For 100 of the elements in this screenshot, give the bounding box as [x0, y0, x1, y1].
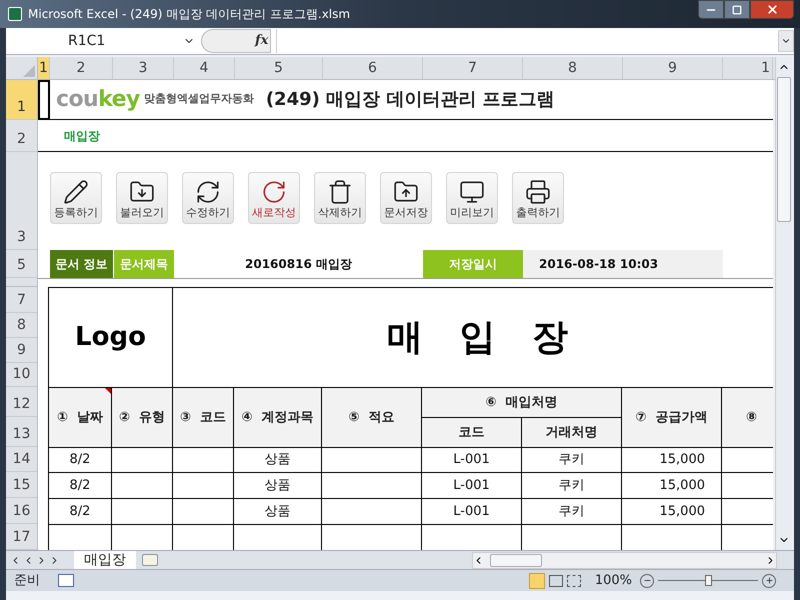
folder-upload-icon: [393, 178, 419, 204]
column-heading: ③ 코드: [173, 388, 234, 448]
row-header[interactable]: 14: [6, 447, 37, 472]
vertical-scrollbar[interactable]: [775, 57, 792, 550]
column-heading: ② 유형: [112, 388, 173, 448]
toolbar-button[interactable]: 삭제하기: [314, 172, 366, 224]
zoom-level[interactable]: 100%: [594, 570, 632, 590]
column-header[interactable]: 7: [423, 57, 523, 79]
table-cell: 15,000: [622, 448, 722, 473]
sheet-subtitle: 매입장: [64, 128, 100, 144]
toolbar-button[interactable]: 불러오기: [116, 172, 168, 224]
row-header[interactable]: 2: [6, 120, 37, 152]
column-heading: 거래처명: [522, 418, 622, 448]
table-cell: [112, 448, 173, 473]
column-group-heading: ⑥ 매입처명: [422, 388, 622, 418]
table-cell: 15,000: [622, 473, 722, 499]
info-label: 저장일시: [423, 250, 523, 278]
horizontal-scrollbar[interactable]: [472, 552, 777, 568]
maximize-icon: [732, 4, 742, 14]
toolbar-button[interactable]: 미리보기: [446, 172, 498, 224]
column-heading: ⑧: [722, 388, 773, 448]
column-heading: ① 날짜: [49, 388, 112, 448]
scroll-thumb[interactable]: [777, 77, 791, 222]
document-title-value: 20160816 매입장: [244, 256, 353, 273]
zoom-in-icon[interactable]: [762, 574, 776, 588]
pencil-icon: [63, 178, 89, 204]
info-label: 문서 정보: [50, 250, 113, 278]
column-header[interactable]: 4: [174, 57, 235, 79]
row-header[interactable]: 16: [6, 498, 37, 524]
row-header[interactable]: 13: [6, 417, 37, 447]
new-sheet-icon[interactable]: [142, 554, 158, 566]
row-header[interactable]: 1: [6, 80, 37, 120]
row-header[interactable]: 17: [6, 524, 37, 550]
table-cell: 15,000: [622, 499, 722, 525]
column-header[interactable]: 9: [623, 57, 723, 79]
brand-tagline: 맞춤형엑셀업무자동화: [144, 91, 254, 108]
toolbar-button[interactable]: 수정하기: [182, 172, 234, 224]
function-button[interactable]: fx: [255, 31, 268, 51]
table-cell: 8/2: [49, 499, 112, 525]
toolbar-button[interactable]: 출력하기: [512, 172, 564, 224]
table-cell: 상품: [234, 499, 322, 525]
row-header[interactable]: 10: [6, 363, 37, 387]
refresh-icon: [195, 178, 221, 204]
sheet-title: (249) 매입장 데이터관리 프로그램: [266, 88, 555, 112]
info-label: 문서제목: [113, 250, 174, 278]
brand-logo: coukey: [56, 86, 140, 114]
page-layout-view-icon[interactable]: [548, 574, 563, 586]
macro-record-icon[interactable]: [58, 574, 74, 587]
zoom-slider[interactable]: [658, 574, 758, 586]
minimize-button[interactable]: [698, 0, 724, 19]
window-title: Microsoft Excel - (249) 매입장 데이터관리 프로그램.xlsm: [28, 6, 350, 23]
table-cell: L-001: [422, 448, 522, 473]
circular-arrow-icon: [261, 178, 287, 204]
name-box[interactable]: R1C1: [6, 29, 181, 53]
row-header[interactable]: 15: [6, 472, 37, 498]
active-cell[interactable]: [38, 80, 50, 120]
saved-date-value: 2016-08-18 10:03: [523, 250, 723, 278]
row-header[interactable]: 3: [6, 152, 37, 250]
maximize-button[interactable]: [724, 0, 750, 19]
toolbar-button[interactable]: 등록하기: [50, 172, 102, 224]
row-header[interactable]: 7: [6, 287, 37, 313]
column-heading: ⑤ 적요: [322, 388, 422, 448]
folder-download-icon: [129, 178, 155, 204]
close-button[interactable]: [750, 0, 794, 19]
trash-icon: [327, 178, 353, 204]
toolbar-button[interactable]: 새로작성: [248, 172, 300, 224]
table-cell: [173, 473, 234, 499]
status-text: 준비: [14, 572, 40, 590]
row-header[interactable]: 12: [6, 387, 37, 417]
column-header[interactable]: 3: [113, 57, 174, 79]
column-header[interactable]: 8: [523, 57, 623, 79]
close-icon: [766, 3, 778, 16]
table-cell: 8/2: [49, 473, 112, 499]
column-heading: ④ 계정과목: [234, 388, 322, 448]
table-cell: [112, 473, 173, 499]
table-cell: [173, 448, 234, 473]
toolbar-button[interactable]: 문서저장: [380, 172, 432, 224]
zoom-slider-thumb[interactable]: [705, 575, 712, 586]
column-header[interactable]: 1: [38, 57, 50, 79]
row-header[interactable]: 8: [6, 313, 37, 338]
table-cell: 쿠키: [522, 448, 622, 473]
row-header[interactable]: 9: [6, 338, 37, 363]
table-cell: 상품: [234, 448, 322, 473]
table-cell: L-001: [422, 473, 522, 499]
column-header[interactable]: 6: [323, 57, 423, 79]
excel-logo-icon: [8, 7, 22, 21]
monitor-icon: [459, 178, 485, 204]
column-heading: 코드: [422, 418, 522, 448]
sheet-tab[interactable]: 매입장: [74, 550, 136, 570]
zoom-out-icon[interactable]: [640, 574, 654, 588]
page-break-view-icon[interactable]: [566, 574, 581, 586]
column-header[interactable]: 5: [235, 57, 323, 79]
table-cell: 8/2: [49, 448, 112, 473]
table-cell: 쿠키: [522, 473, 622, 499]
column-header[interactable]: 2: [50, 57, 113, 79]
row-header[interactable]: 5: [6, 250, 37, 278]
column-header[interactable]: 1: [723, 57, 773, 79]
table-cell: L-001: [422, 499, 522, 525]
splitter-handle[interactable]: [201, 29, 271, 53]
scroll-thumb[interactable]: [490, 554, 542, 566]
